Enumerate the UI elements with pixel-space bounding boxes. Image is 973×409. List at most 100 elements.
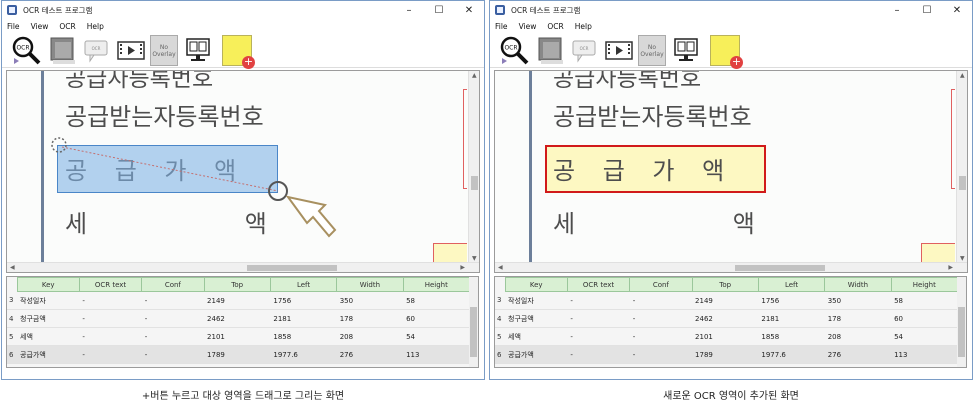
cell-conf[interactable]: - (629, 345, 693, 364)
col-ocr-text[interactable]: OCR text (78, 277, 143, 292)
table-row[interactable]: 3 작성일자 - - 2149 1756 350 58 (495, 291, 958, 310)
scroll-down-icon[interactable]: ▼ (472, 255, 477, 262)
cell-key[interactable]: 세액 (17, 327, 80, 346)
scroll-right-icon[interactable]: ▶ (948, 264, 953, 271)
video-icon[interactable] (604, 35, 634, 66)
cell-height[interactable]: 54 (403, 327, 470, 346)
menu-file[interactable]: File (495, 22, 508, 31)
scroll-right-icon[interactable]: ▶ (460, 264, 465, 271)
cell-conf[interactable]: - (141, 327, 205, 346)
cell-top[interactable]: 2149 (204, 291, 271, 310)
col-width[interactable]: Width (824, 277, 892, 292)
vertical-scrollbar[interactable]: ▲ ▼ (956, 71, 967, 272)
col-key[interactable]: Key (16, 277, 80, 292)
menu-help[interactable]: Help (575, 22, 592, 31)
cell-left[interactable]: 1858 (758, 327, 825, 346)
scroll-down-icon[interactable]: ▼ (960, 255, 965, 262)
cell-left[interactable]: 1977.6 (270, 345, 337, 364)
cell-ocr-text[interactable]: - (567, 309, 630, 328)
cell-conf[interactable]: - (629, 291, 693, 310)
cell-width[interactable]: 276 (336, 345, 404, 364)
table-row[interactable]: 4 청구금액 - - 2462 2181 178 60 (7, 309, 470, 328)
cell-left[interactable]: 2181 (758, 309, 825, 328)
image-view-icon[interactable] (538, 35, 566, 66)
cell-key[interactable]: 공급가액 (17, 345, 80, 364)
vertical-scroll-thumb[interactable] (471, 176, 478, 190)
image-view-icon[interactable] (50, 35, 78, 66)
close-icon[interactable]: ✕ (454, 1, 484, 19)
col-width[interactable]: Width (336, 277, 404, 292)
cell-top[interactable]: 2149 (692, 291, 759, 310)
cell-width[interactable]: 208 (824, 327, 892, 346)
cell-conf[interactable]: - (141, 291, 205, 310)
cell-conf[interactable]: - (141, 345, 205, 364)
vertical-scroll-thumb[interactable] (959, 176, 966, 190)
grid-scrollbar[interactable] (469, 277, 478, 367)
cell-key[interactable]: 청구금액 (17, 309, 80, 328)
ocr-run-icon[interactable]: OCR (10, 35, 44, 66)
scroll-up-icon[interactable]: ▲ (960, 72, 965, 79)
cell-key[interactable]: 작성일자 (17, 291, 80, 310)
cell-left[interactable]: 1756 (270, 291, 337, 310)
image-viewer[interactable]: 공급자등록번호 공급받는자등록번호 공 급 가 액 세 액 ▲ ▼ ◀ ▶ (494, 70, 968, 273)
cell-ocr-text[interactable]: - (567, 291, 630, 310)
grid-scroll-thumb[interactable] (470, 307, 477, 357)
cell-top[interactable]: 1789 (692, 345, 759, 364)
cell-ocr-text[interactable]: - (567, 345, 630, 364)
cell-top[interactable]: 2101 (692, 327, 759, 346)
col-left[interactable]: Left (269, 277, 338, 292)
scroll-left-icon[interactable]: ◀ (10, 264, 15, 271)
no-overlay-button[interactable]: No Overlay (150, 35, 178, 66)
cell-height[interactable]: 58 (403, 291, 470, 310)
menu-ocr[interactable]: OCR (59, 22, 75, 31)
screen-capture-icon[interactable] (184, 35, 214, 66)
ocr-run-icon[interactable]: OCR (498, 35, 532, 66)
text-bubble-icon[interactable]: OCR (570, 35, 598, 66)
cell-top[interactable]: 1789 (204, 345, 271, 364)
horizontal-scrollbar[interactable]: ◀ ▶ (7, 262, 479, 272)
grid-scrollbar[interactable] (957, 277, 966, 367)
cell-left[interactable]: 1977.6 (758, 345, 825, 364)
col-top[interactable]: Top (203, 277, 271, 292)
cell-conf[interactable]: - (629, 309, 693, 328)
cell-key[interactable]: 세액 (505, 327, 568, 346)
cell-height[interactable]: 54 (891, 327, 958, 346)
cell-ocr-text[interactable]: - (79, 327, 142, 346)
ocr-data-grid[interactable]: Key OCR text Conf Top Left Width Height … (6, 276, 479, 368)
video-icon[interactable] (116, 35, 146, 66)
horizontal-scrollbar[interactable]: ◀ ▶ (495, 262, 967, 272)
table-row[interactable]: 5 세액 - - 2101 1858 208 54 (7, 327, 470, 346)
col-height[interactable]: Height (890, 277, 959, 292)
col-ocr-text[interactable]: OCR text (566, 277, 631, 292)
text-bubble-icon[interactable]: OCR (82, 35, 110, 66)
col-key[interactable]: Key (504, 277, 568, 292)
col-conf[interactable]: Conf (141, 277, 205, 292)
cell-ocr-text[interactable]: - (79, 345, 142, 364)
cell-left[interactable]: 1858 (270, 327, 337, 346)
cell-key[interactable]: 공급가액 (505, 345, 568, 364)
cell-top[interactable]: 2462 (204, 309, 271, 328)
col-top[interactable]: Top (691, 277, 759, 292)
add-region-button[interactable]: + (710, 35, 743, 69)
col-conf[interactable]: Conf (629, 277, 693, 292)
col-left[interactable]: Left (757, 277, 826, 292)
cell-width[interactable]: 208 (336, 327, 404, 346)
close-icon[interactable]: ✕ (942, 1, 972, 19)
ocr-data-grid[interactable]: Key OCR text Conf Top Left Width Height … (494, 276, 967, 368)
cell-width[interactable]: 178 (824, 309, 892, 328)
menu-ocr[interactable]: OCR (547, 22, 563, 31)
cell-left[interactable]: 1756 (758, 291, 825, 310)
minimize-icon[interactable]: – (882, 1, 912, 19)
menu-view[interactable]: View (519, 22, 537, 31)
cell-width[interactable]: 178 (336, 309, 404, 328)
cell-conf[interactable]: - (629, 327, 693, 346)
table-row[interactable]: 5 세액 - - 2101 1858 208 54 (495, 327, 958, 346)
table-row-selected[interactable]: 6 공급가액 - - 1789 1977.6 276 113 (495, 345, 958, 364)
menu-file[interactable]: File (7, 22, 20, 31)
cell-ocr-text[interactable]: - (79, 291, 142, 310)
screen-capture-icon[interactable] (672, 35, 702, 66)
table-row[interactable]: 3 작성일자 - - 2149 1756 350 58 (7, 291, 470, 310)
horizontal-scroll-thumb[interactable] (247, 265, 337, 271)
menu-help[interactable]: Help (87, 22, 104, 31)
cell-height[interactable]: 113 (403, 345, 470, 364)
